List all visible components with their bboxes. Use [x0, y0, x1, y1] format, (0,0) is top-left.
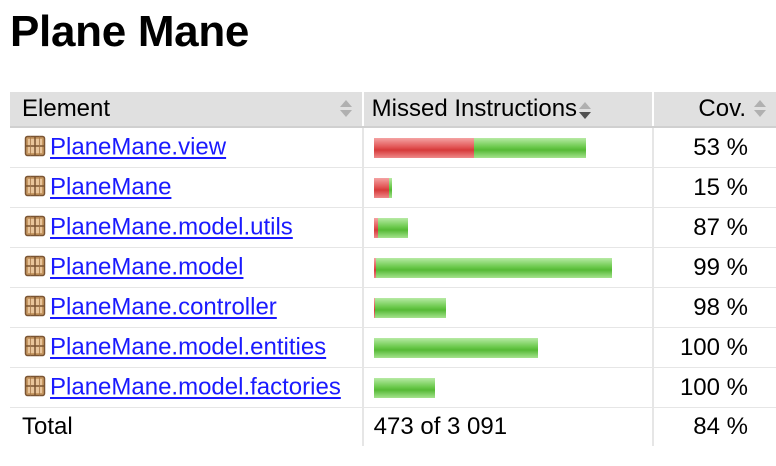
sort-icon	[754, 100, 766, 118]
coverage-table: Element Missed Instructions Cov. PlaneMa…	[10, 92, 776, 446]
element-cell: PlaneMane.model.utils	[10, 207, 363, 248]
package-link[interactable]: PlaneMane.model.entities	[50, 334, 326, 361]
total-label: Total	[10, 407, 363, 446]
table-row: PlaneMane.controller 98 %	[10, 287, 776, 328]
column-header-element[interactable]: Element	[10, 92, 363, 128]
missed-instructions-cell	[361, 247, 653, 288]
coverage-bar	[373, 297, 652, 318]
element-cell: PlaneMane.model.entities	[10, 327, 363, 368]
element-cell: PlaneMane.controller	[10, 287, 363, 328]
coverage-cell: 100 %	[651, 327, 776, 368]
coverage-bar	[373, 257, 652, 278]
package-link[interactable]: PlaneMane.controller	[50, 294, 277, 321]
covered-bar-segment	[374, 297, 446, 318]
missed-instructions-cell	[361, 287, 653, 328]
package-icon	[24, 375, 46, 397]
package-link[interactable]: PlaneMane.view	[50, 134, 226, 161]
covered-bar-segment	[388, 177, 392, 198]
covered-bar-segment	[377, 217, 408, 238]
element-cell: PlaneMane.model	[10, 247, 363, 288]
sort-descending-icon	[579, 101, 592, 120]
coverage-cell: 15 %	[651, 167, 776, 208]
package-icon	[24, 335, 46, 357]
table-row: PlaneMane.model.utils 87 %	[10, 207, 776, 248]
coverage-bar	[373, 337, 652, 358]
table-row: PlaneMane 15 %	[10, 167, 776, 208]
element-cell: PlaneMane.view	[10, 127, 363, 168]
total-coverage: 84 %	[651, 407, 776, 446]
missed-instructions-cell	[361, 167, 653, 208]
package-link[interactable]: PlaneMane.model.factories	[50, 374, 341, 401]
total-row: Total 473 of 3 091 84 %	[10, 407, 776, 446]
column-header-missed-instructions[interactable]: Missed Instructions	[361, 92, 653, 128]
missed-instructions-cell	[361, 127, 653, 168]
missed-instructions-cell	[361, 207, 653, 248]
element-cell: PlaneMane.model.factories	[10, 367, 363, 408]
sort-icon	[339, 100, 352, 118]
column-header-coverage[interactable]: Cov.	[651, 92, 776, 128]
package-link[interactable]: PlaneMane.model.utils	[50, 214, 293, 241]
covered-bar-segment	[373, 377, 435, 398]
package-icon	[24, 215, 46, 237]
total-missed: 473 of 3 091	[361, 407, 653, 446]
covered-bar-segment	[373, 337, 538, 358]
package-icon	[24, 255, 46, 277]
table-row: PlaneMane.model 99 %	[10, 247, 776, 288]
package-icon	[24, 295, 46, 317]
missed-bar-segment	[373, 137, 474, 158]
element-cell: PlaneMane	[10, 167, 363, 208]
column-header-cov-label: Cov.	[698, 95, 746, 122]
coverage-cell: 100 %	[651, 367, 776, 408]
package-link[interactable]: PlaneMane.model	[50, 254, 243, 281]
missed-bar-segment	[373, 177, 389, 198]
table-row: PlaneMane.model.factories 100 %	[10, 367, 776, 408]
package-icon	[24, 175, 46, 197]
missed-instructions-cell	[361, 367, 653, 408]
covered-bar-segment	[375, 257, 612, 278]
column-header-missed-label: Missed Instructions	[371, 95, 578, 122]
table-row: PlaneMane.model.entities 100 %	[10, 327, 776, 368]
table-header-row: Element Missed Instructions Cov.	[10, 92, 776, 128]
package-icon	[24, 135, 46, 157]
coverage-cell: 87 %	[651, 207, 776, 248]
coverage-bar	[373, 217, 652, 238]
coverage-cell: 99 %	[651, 247, 776, 288]
coverage-bar	[373, 137, 652, 158]
coverage-bar	[373, 177, 652, 198]
covered-bar-segment	[473, 137, 586, 158]
package-link[interactable]: PlaneMane	[50, 174, 171, 201]
table-row: PlaneMane.view 53 %	[10, 127, 776, 168]
coverage-cell: 53 %	[651, 127, 776, 168]
page-title: Plane Mane	[10, 7, 250, 56]
column-header-element-label: Element	[22, 95, 111, 122]
coverage-bar	[373, 377, 652, 398]
missed-instructions-cell	[361, 327, 653, 368]
coverage-cell: 98 %	[651, 287, 776, 328]
